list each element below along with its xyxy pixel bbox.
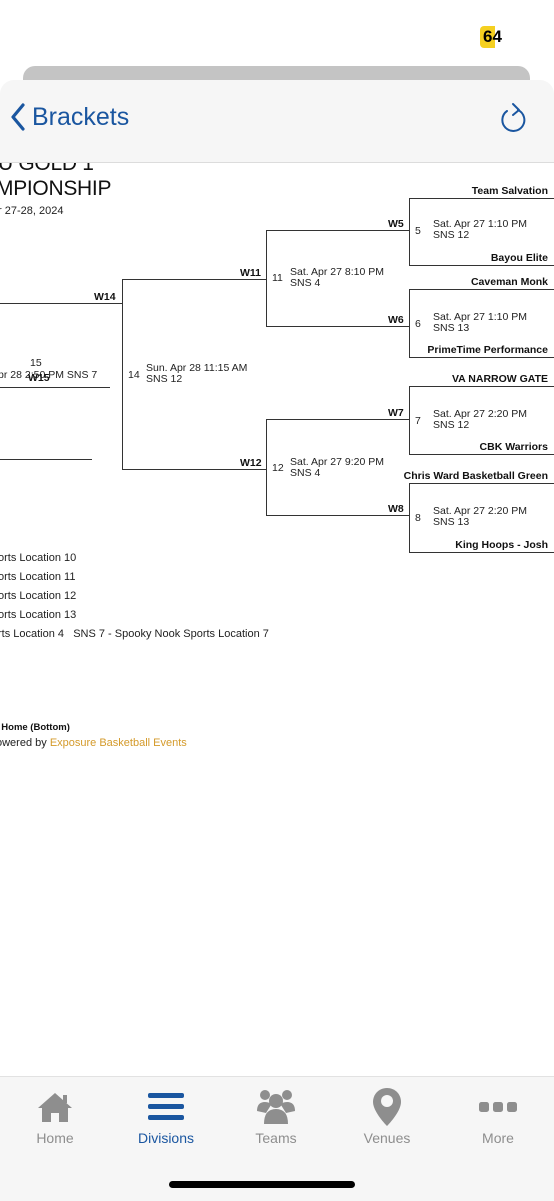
bracket-line [266, 419, 267, 516]
exposure-link[interactable]: Exposure Basketball Events [50, 737, 187, 749]
game-info-8: Sat. Apr 27 2:20 PM SNS 13 [433, 506, 527, 528]
home-icon [38, 1093, 72, 1122]
bracket-line [122, 279, 123, 470]
tab-label: Teams [255, 1130, 297, 1146]
winner-label-w15: W15 [28, 372, 50, 384]
game-court-5: SNS 12 [433, 229, 470, 241]
game-court-12: SNS 4 [290, 467, 321, 479]
game-info-6: Sat. Apr 27 1:10 PM SNS 13 [433, 312, 527, 334]
bracket-line [409, 289, 410, 358]
game-info-5: Sat. Apr 27 1:10 PM SNS 12 [433, 219, 527, 241]
teams-icon [257, 1090, 295, 1124]
navigation-bar: Brackets [0, 80, 554, 163]
home-indicator[interactable] [169, 1181, 355, 1188]
bracket-line [266, 230, 267, 327]
tab-teams[interactable]: Teams [221, 1087, 331, 1146]
location-legend-item: rts Location 4 SNS 7 - Spooky Nook Sport… [0, 628, 269, 640]
bracket-line [266, 230, 409, 231]
winner-label-w12: W12 [240, 457, 262, 469]
bracket-line [0, 459, 92, 460]
winner-label-w6: W6 [388, 314, 404, 326]
game-info-11: Sat. Apr 27 8:10 PM SNS 4 [290, 267, 384, 289]
location-legend-item: orts Location 10 [0, 552, 77, 564]
refresh-button[interactable] [498, 102, 528, 141]
event-dates: r 27-28, 2024 [0, 205, 64, 217]
game-court-8: SNS 13 [433, 516, 470, 528]
team-name[interactable]: Caveman Monk [471, 276, 548, 288]
bracket-line [409, 198, 554, 199]
location-legend-item: orts Location 13 [0, 609, 77, 621]
game-court-6: SNS 13 [433, 322, 470, 334]
refresh-icon [501, 103, 526, 132]
team-name[interactable]: VA NARROW GATE [452, 373, 548, 385]
list-icon [148, 1093, 184, 1120]
bracket-line [0, 387, 110, 388]
chevron-left-icon [11, 103, 25, 131]
map-pin-icon [373, 1088, 401, 1126]
home-away-note: , Home (Bottom) [0, 722, 70, 733]
location-legend-item: orts Location 12 [0, 590, 77, 602]
game-number-7: 7 [415, 415, 421, 427]
game-number-15: 15 [30, 357, 42, 369]
powered-prefix: owered by [0, 737, 50, 749]
team-name[interactable]: CBK Warriors [480, 441, 548, 453]
game-court-11: SNS 4 [290, 277, 321, 289]
more-icon [479, 1102, 517, 1112]
tab-more[interactable]: More [443, 1087, 553, 1146]
tab-venues[interactable]: Venues [332, 1087, 442, 1146]
back-button[interactable]: Brackets [10, 102, 129, 132]
tab-label: Home [36, 1130, 74, 1146]
game-number-14: 14 [128, 369, 140, 381]
team-name[interactable]: Team Salvation [472, 185, 548, 197]
winner-label-w11: W11 [240, 267, 262, 279]
game-number-8: 8 [415, 512, 421, 524]
bracket-line [266, 326, 409, 327]
game-number-12: 12 [272, 462, 284, 474]
location-legend-item: orts Location 11 [0, 571, 76, 583]
bracket-line [409, 454, 554, 455]
bracket-line [409, 386, 554, 387]
team-name[interactable]: PrimeTime Performance [427, 344, 548, 356]
tab-home[interactable]: Home [0, 1087, 110, 1146]
bracket-line [122, 279, 266, 280]
game-number-6: 6 [415, 318, 421, 330]
game-court-14: SNS 12 [146, 373, 183, 385]
team-name[interactable]: Chris Ward Basketball Green [404, 470, 548, 482]
bracket-line [409, 483, 410, 553]
bracket-content: U GOLD 1 MPIONSHIP r 27-28, 2024 W14 15 … [0, 162, 554, 1072]
division-title-line1: U GOLD 1 [0, 162, 94, 175]
tab-divisions[interactable]: Divisions [111, 1087, 221, 1146]
winner-label-w14: W14 [94, 291, 116, 303]
tab-label: Divisions [137, 1130, 194, 1146]
game-info-7: Sat. Apr 27 2:20 PM SNS 12 [433, 409, 527, 431]
tab-label: Venues [363, 1130, 411, 1146]
game-number-11: 11 [272, 272, 283, 284]
tab-label: More [482, 1130, 514, 1146]
bracket-line [409, 483, 554, 484]
bracket-line [409, 386, 410, 455]
game-number-5: 5 [415, 225, 421, 237]
game-info-14: Sun. Apr 28 11:15 AM SNS 12 [146, 363, 247, 385]
bracket-line [409, 289, 554, 290]
winner-label-w8: W8 [388, 503, 404, 515]
powered-by: owered by Exposure Basketball Events [0, 737, 187, 749]
game-court-7: SNS 12 [433, 419, 470, 431]
bracket-line [122, 469, 266, 470]
back-label: Brackets [32, 102, 130, 131]
bracket-line [266, 515, 409, 516]
team-name[interactable]: Bayou Elite [491, 252, 548, 264]
bracket-line [266, 419, 409, 420]
game-info-12: Sat. Apr 27 9:20 PM SNS 4 [290, 457, 384, 479]
winner-label-w5: W5 [388, 218, 404, 230]
battery-indicator: 64 [480, 26, 504, 48]
bracket-line [409, 552, 554, 553]
bracket-line [409, 357, 554, 358]
team-name[interactable]: King Hoops - Josh [455, 539, 548, 551]
bracket-line [0, 303, 122, 304]
winner-label-w7: W7 [388, 407, 404, 419]
bracket-line [409, 198, 410, 266]
bracket-line [409, 265, 554, 266]
division-title-line2: MPIONSHIP [0, 177, 112, 200]
